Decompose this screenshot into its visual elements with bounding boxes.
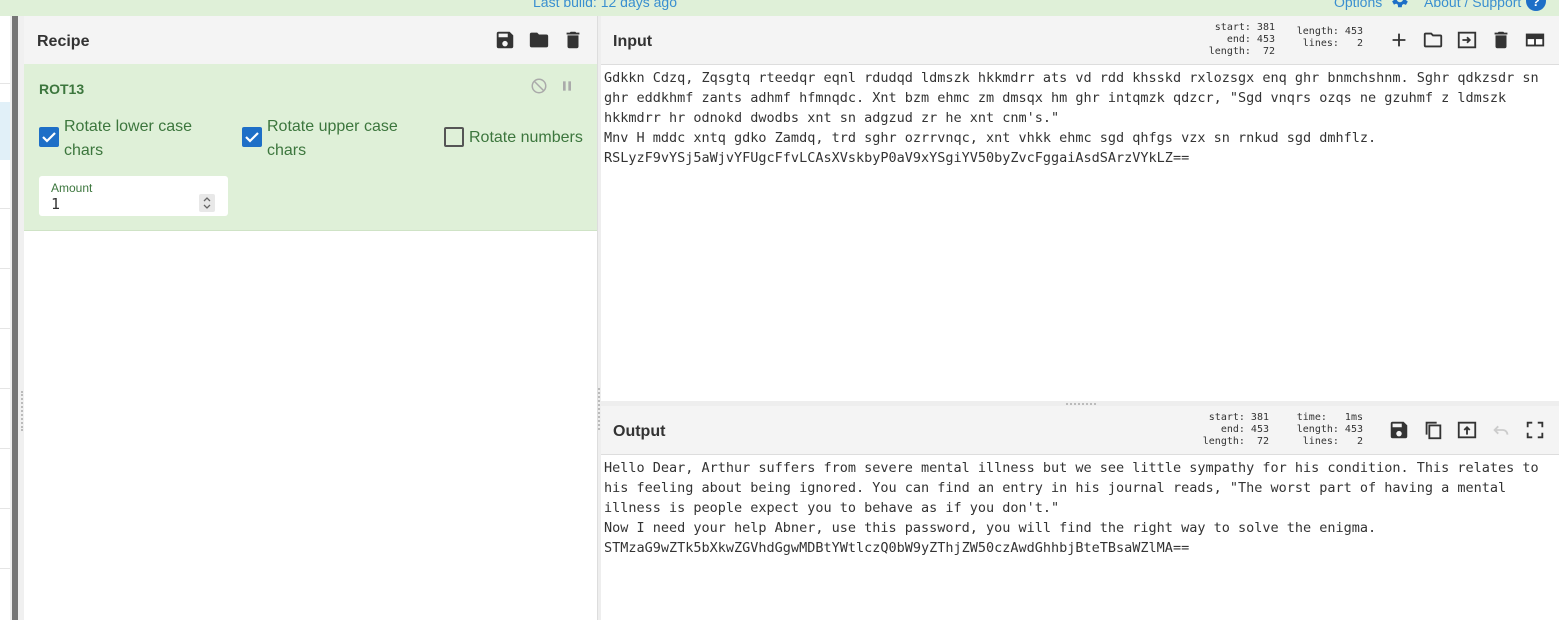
input-header: Input start: 381 end: 453 length: 72 len… <box>601 16 1559 65</box>
about-support-link[interactable]: About / Support <box>1424 0 1521 10</box>
stat-length: length: 453 <box>1296 26 1363 37</box>
operations-divider <box>0 568 10 569</box>
help-icon[interactable]: ? <box>1526 0 1546 11</box>
pause-icon[interactable] <box>559 78 575 94</box>
gear-icon[interactable] <box>1388 0 1410 10</box>
plus-icon[interactable] <box>1388 29 1410 51</box>
rotate-upper-label[interactable]: Rotate upper case chars <box>267 115 417 163</box>
recipe-panel: Recipe ROT13 Rotate lower case chars Rot… <box>24 16 598 620</box>
rotate-numbers-label[interactable]: Rotate numbers <box>469 126 583 150</box>
operations-list-highlight <box>0 102 10 160</box>
resize-grip[interactable] <box>21 391 23 431</box>
rot13-operation[interactable]: ROT13 Rotate lower case chars Rotate upp… <box>24 64 598 231</box>
operations-divider <box>0 268 10 269</box>
import-icon[interactable] <box>1456 29 1478 51</box>
maximize-icon[interactable] <box>1524 419 1546 441</box>
resize-grip[interactable] <box>598 388 600 430</box>
folder-icon[interactable] <box>528 29 550 51</box>
stat-selection-length: length: 72 <box>1208 46 1275 57</box>
folder-icon[interactable] <box>1422 29 1444 51</box>
recipe-header: Recipe <box>24 16 598 65</box>
input-panel: Input start: 381 end: 453 length: 72 len… <box>601 16 1559 401</box>
amount-value[interactable]: 1 <box>51 195 60 213</box>
rotate-lower-checkbox[interactable] <box>39 127 59 147</box>
operations-divider <box>0 388 10 389</box>
stat-end: end: 453 <box>1220 424 1269 435</box>
disable-icon[interactable] <box>530 77 548 95</box>
stat-lines: lines: 2 <box>1302 436 1363 447</box>
recipe-title: Recipe <box>37 33 90 50</box>
trash-icon[interactable] <box>562 29 584 51</box>
stat-time: time: 1ms <box>1296 412 1363 423</box>
save-icon[interactable] <box>1388 419 1410 441</box>
output-total-stats: time: 1ms length: 453 lines: 2 <box>1275 412 1363 448</box>
replace-input-icon[interactable] <box>1456 419 1478 441</box>
options-link[interactable]: Options <box>1334 0 1382 10</box>
last-build-text: Last build: 12 days ago <box>533 0 677 10</box>
layout-icon[interactable] <box>1524 29 1546 51</box>
output-textarea[interactable]: Hello Dear, Arthur suffers from severe m… <box>604 458 1554 558</box>
output-selection-stats: start: 381 end: 453 length: 72 <box>1183 412 1269 448</box>
stat-end: end: 453 <box>1226 34 1275 45</box>
rotate-lower-label[interactable]: Rotate lower case chars <box>64 115 214 163</box>
scrollbar[interactable] <box>12 16 18 620</box>
input-textarea[interactable]: Gdkkn Cdzq, Zqsgtq rteedqr eqnl rdudqd l… <box>604 68 1554 168</box>
operations-divider <box>0 448 10 449</box>
operation-name: ROT13 <box>39 81 85 97</box>
amount-stepper[interactable] <box>199 194 215 212</box>
operations-divider <box>0 508 10 509</box>
input-title: Input <box>613 33 653 50</box>
panel-resizer-left[interactable] <box>10 16 24 620</box>
undo-icon[interactable] <box>1490 419 1512 441</box>
trash-icon[interactable] <box>1490 29 1512 51</box>
amount-label: Amount <box>51 181 93 195</box>
output-header: Output start: 381 end: 453 length: 72 ti… <box>601 406 1559 455</box>
top-banner: Last build: 12 days ago Options About / … <box>0 0 1559 16</box>
stat-lines: lines: 2 <box>1302 38 1363 49</box>
amount-field[interactable]: Amount 1 <box>39 176 228 216</box>
output-title: Output <box>613 423 666 440</box>
rotate-numbers-checkbox[interactable] <box>444 127 464 147</box>
save-icon[interactable] <box>494 29 516 51</box>
operations-divider <box>0 208 10 209</box>
operations-divider <box>0 83 10 84</box>
stat-selection-length: length: 72 <box>1202 436 1269 447</box>
resize-grip[interactable] <box>1066 403 1096 405</box>
output-panel: Output start: 381 end: 453 length: 72 ti… <box>601 406 1559 620</box>
stat-start: start: 381 <box>1214 22 1275 33</box>
stat-start: start: 381 <box>1208 412 1269 423</box>
rotate-upper-checkbox[interactable] <box>242 127 262 147</box>
stat-length: length: 453 <box>1296 424 1363 435</box>
input-selection-stats: start: 381 end: 453 length: 72 <box>1189 22 1275 58</box>
copy-icon[interactable] <box>1422 419 1444 441</box>
input-total-stats: length: 453 lines: 2 <box>1281 26 1363 50</box>
operations-divider <box>0 328 10 329</box>
